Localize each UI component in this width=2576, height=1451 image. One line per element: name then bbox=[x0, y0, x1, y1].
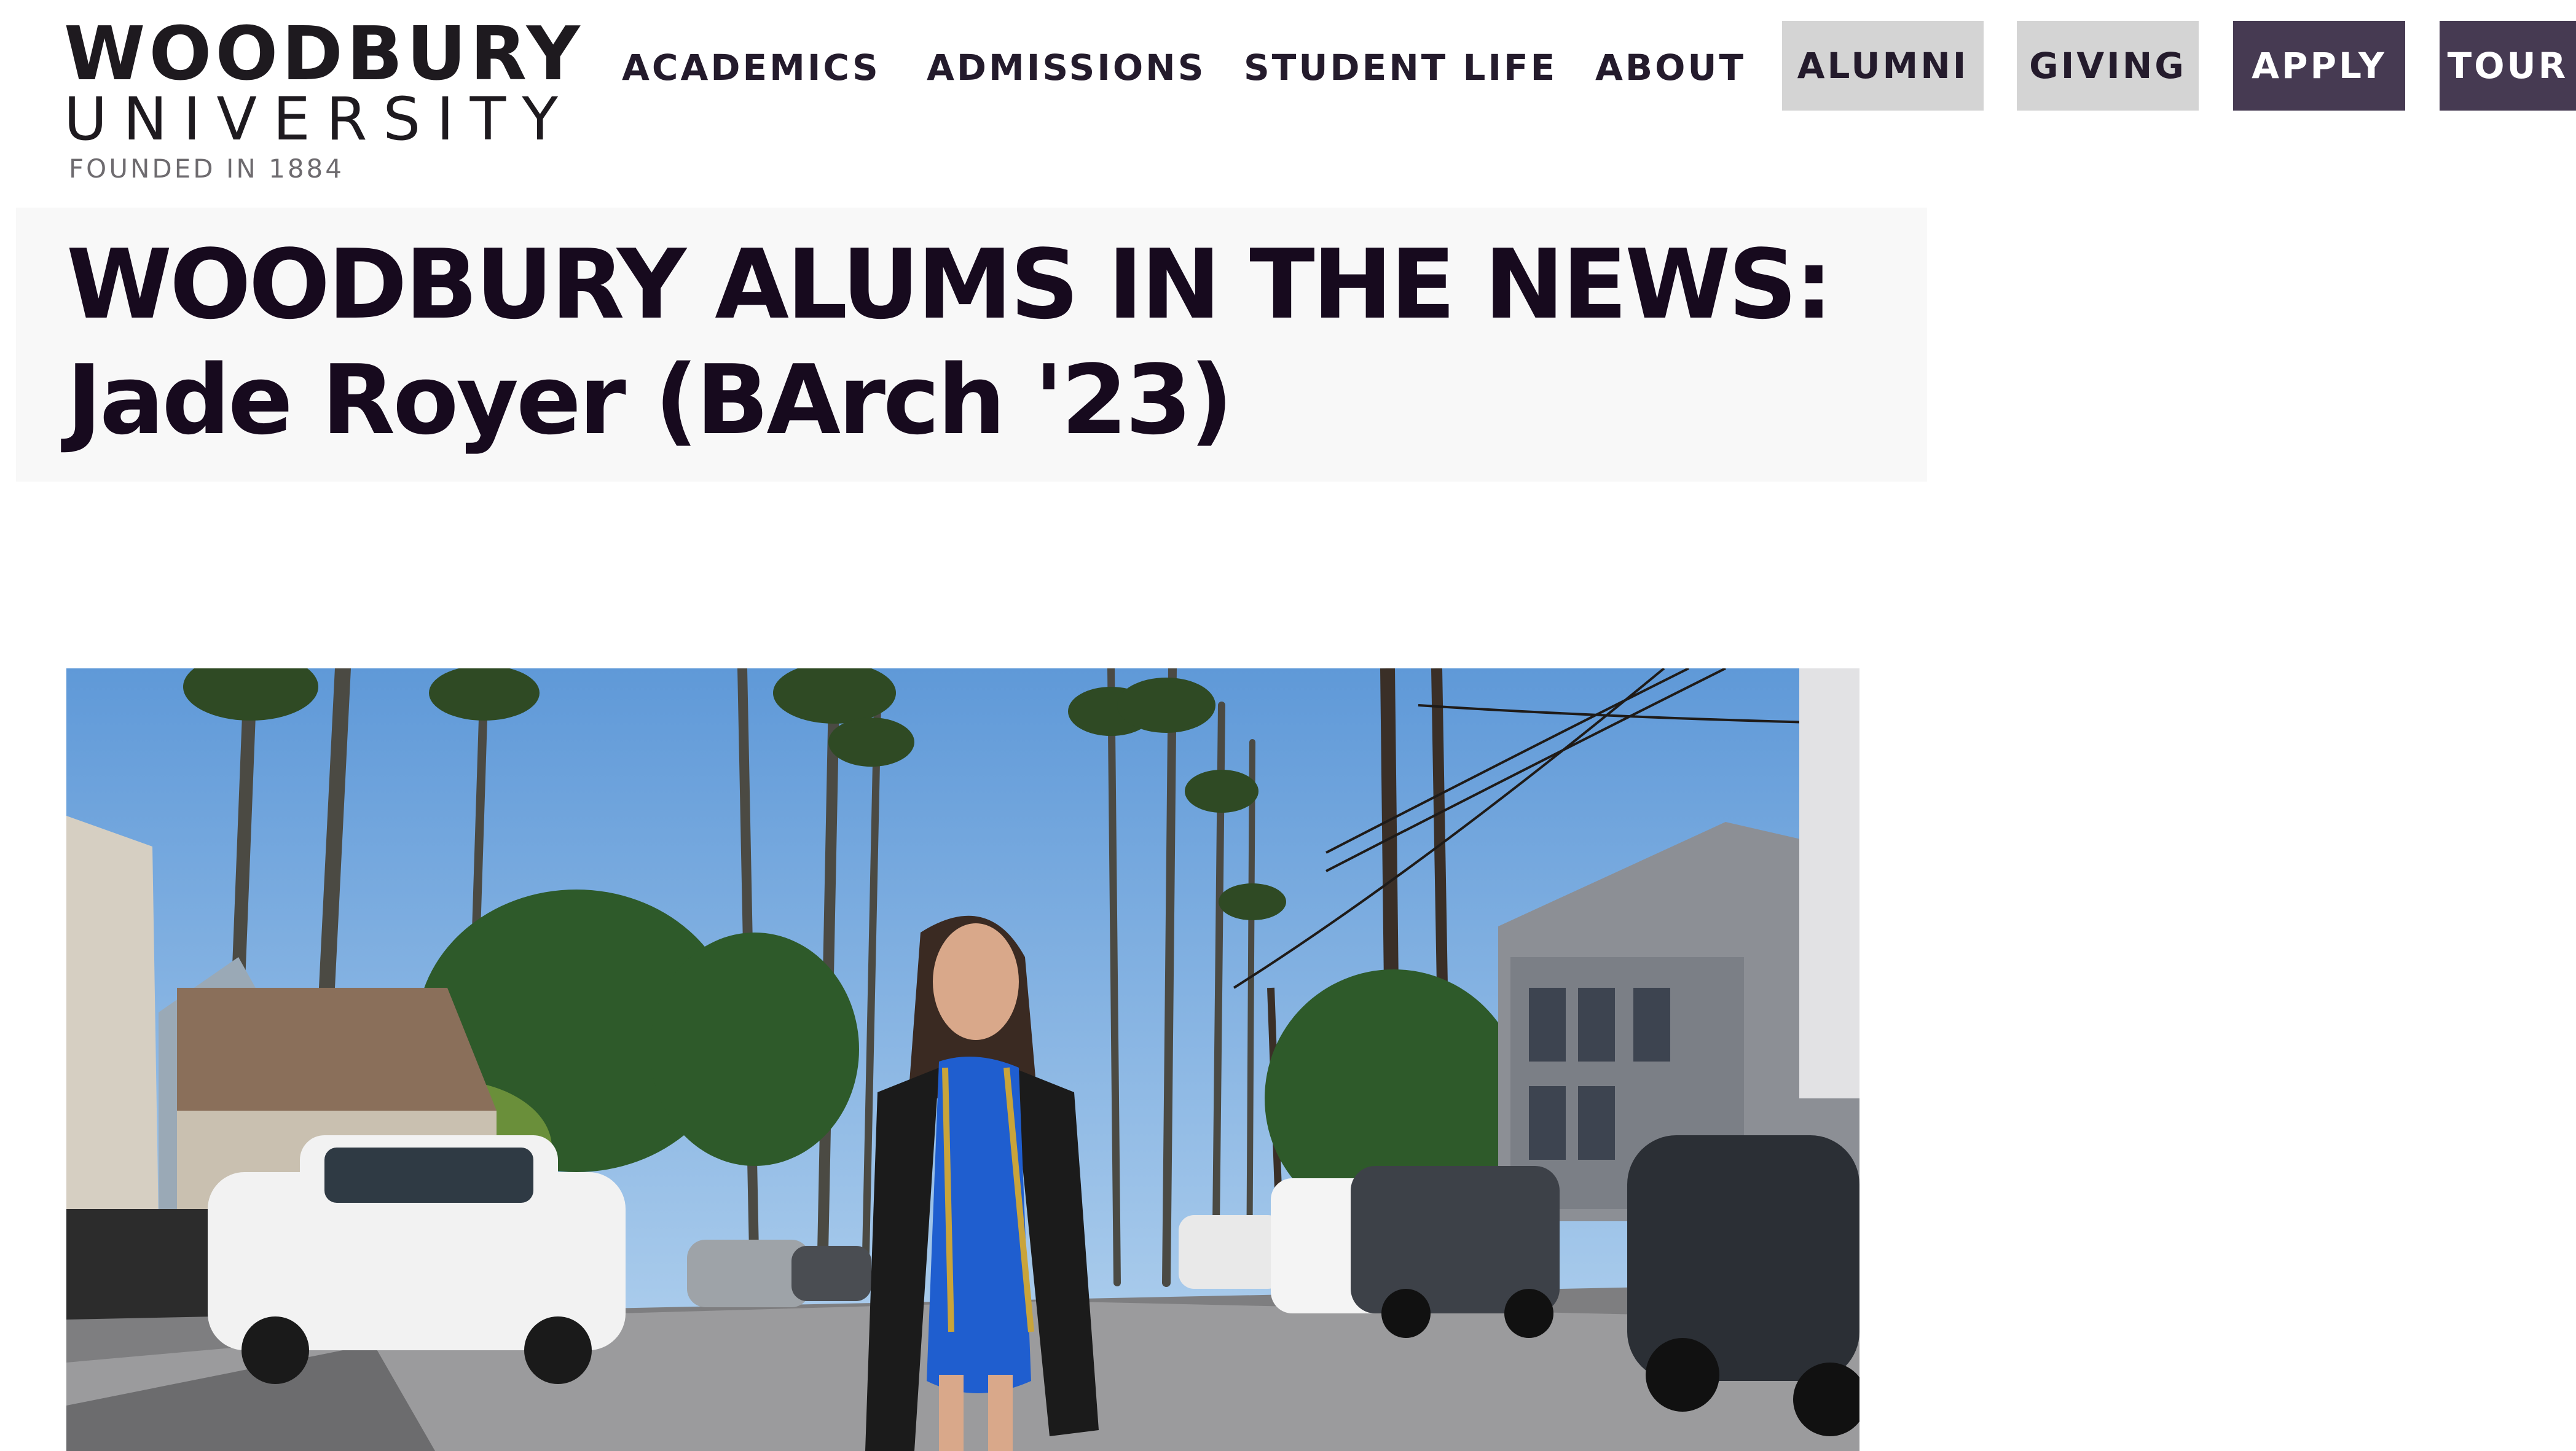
logo-founded-text: FOUNDED IN 1884 bbox=[69, 154, 344, 184]
page: WOODBURY UNIVERSITY FOUNDED IN 1884 ACAD… bbox=[0, 0, 2576, 1451]
nav-alumni-button[interactable]: ALUMNI bbox=[1782, 21, 1984, 111]
apply-button[interactable]: APPLY bbox=[2233, 21, 2405, 111]
nav-admissions[interactable]: ADMISSIONS bbox=[927, 43, 1206, 92]
article-title-line-2: Jade Royer (BArch '23) bbox=[66, 344, 1233, 456]
nav-academics[interactable]: ACADEMICS bbox=[622, 43, 881, 92]
logo-subtitle: UNIVERSITY bbox=[64, 85, 574, 154]
article-hero-photo bbox=[66, 668, 1859, 1451]
article-title-banner: WOODBURY ALUMS IN THE NEWS: Jade Royer (… bbox=[16, 208, 1927, 482]
tour-button[interactable]: TOUR bbox=[2440, 21, 2576, 111]
nav-student-life[interactable]: STUDENT LIFE bbox=[1244, 43, 1557, 92]
nav-giving-button[interactable]: GIVING bbox=[2017, 21, 2199, 111]
logo-wordmark: WOODBURY bbox=[64, 12, 584, 97]
article-title-line-1: WOODBURY ALUMS IN THE NEWS: bbox=[66, 229, 1833, 340]
nav-about[interactable]: ABOUT bbox=[1595, 43, 1746, 92]
university-logo[interactable]: WOODBURY UNIVERSITY FOUNDED IN 1884 bbox=[64, 12, 584, 184]
